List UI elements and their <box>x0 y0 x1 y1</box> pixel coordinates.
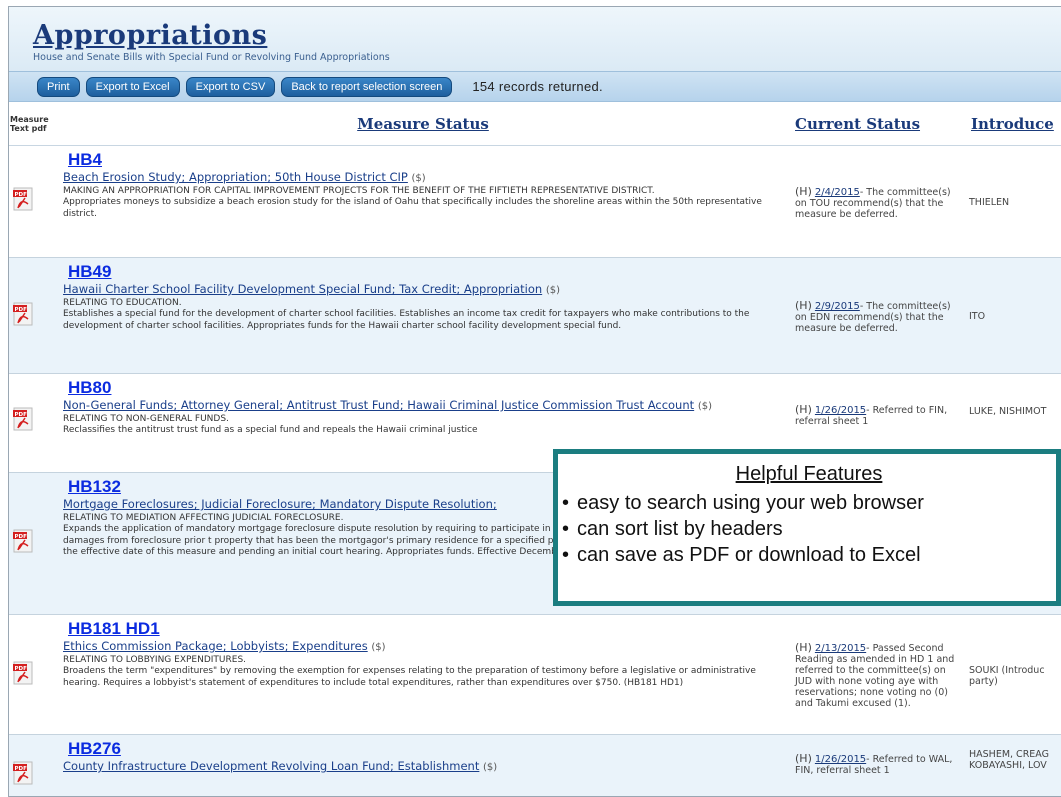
pdf-icon[interactable]: PDF <box>13 302 33 326</box>
bill-link[interactable]: HB276 <box>68 740 783 758</box>
helpful-features-callout: Helpful Features easy to search using yo… <box>553 449 1061 606</box>
pdf-header-line2: Text pdf <box>10 123 47 133</box>
appropriation-marker: ($) <box>411 173 426 184</box>
pdf-column-header: Measure Text pdf <box>9 115 57 133</box>
table-row: PDF HB49 Hawaii Charter School Facility … <box>9 258 1061 374</box>
measure-description: Appropriates moneys to subsidize a beach… <box>63 197 762 219</box>
feature-item: can sort list by headers <box>562 516 1056 542</box>
introducer-sort-header[interactable]: Introduce <box>971 115 1054 133</box>
measure-topic-link[interactable]: Ethics Commission Package; Lobbyists; Ex… <box>63 639 368 653</box>
svg-text:PDF: PDF <box>15 192 28 198</box>
page-title[interactable]: Appropriations <box>33 21 1061 51</box>
chamber-label: (H) <box>795 298 812 312</box>
measure-topic-link[interactable]: County Infrastructure Development Revolv… <box>63 759 479 773</box>
status-date-link[interactable]: 1/26/2015 <box>815 754 866 765</box>
pdf-header-line1: Measure <box>10 114 49 124</box>
table-row: PDF HB276 County Infrastructure Developm… <box>9 735 1061 796</box>
appropriation-marker: ($) <box>483 762 498 773</box>
chamber-label: (H) <box>795 184 812 198</box>
relating-to: RELATING TO EDUCATION. <box>63 298 182 308</box>
bill-link[interactable]: HB181 HD1 <box>68 620 783 638</box>
svg-text:PDF: PDF <box>15 666 28 672</box>
appropriation-marker: ($) <box>697 401 712 412</box>
pdf-icon[interactable]: PDF <box>13 187 33 211</box>
introducer: SOUKI (Introduc party) <box>969 664 1045 687</box>
status-date-link[interactable]: 1/26/2015 <box>815 405 866 416</box>
pdf-icon[interactable]: PDF <box>13 661 33 685</box>
report-window: Appropriations House and Senate Bills wi… <box>8 6 1061 797</box>
measure-description: Broadens the term "expenditures" by remo… <box>63 666 756 688</box>
introducer: HASHEM, CREAG KOBAYASHI, LOV <box>969 749 1049 771</box>
status-date-link[interactable]: 2/4/2015 <box>815 187 860 198</box>
introducer: ITO <box>969 311 986 322</box>
chamber-label: (H) <box>795 403 812 416</box>
records-count: 154 records returned. <box>472 79 603 94</box>
toolbar: Print Export to Excel Export to CSV Back… <box>9 71 1061 102</box>
status-date-link[interactable]: 2/13/2015 <box>815 643 866 654</box>
export-csv-button[interactable]: Export to CSV <box>185 76 276 97</box>
back-to-selection-button[interactable]: Back to report selection screen <box>281 76 453 97</box>
bill-link[interactable]: HB4 <box>68 151 783 169</box>
table-row: PDF HB4 Beach Erosion Study; Appropriati… <box>9 146 1061 258</box>
measure-description: Reclassifies the antitrust trust fund as… <box>63 425 478 435</box>
svg-text:PDF: PDF <box>15 766 28 772</box>
measure-topic-link[interactable]: Non-General Funds; Attorney General; Ant… <box>63 398 694 412</box>
relating-to: MAKING AN APPROPRIATION FOR CAPITAL IMPR… <box>63 186 655 196</box>
appropriation-marker: ($) <box>545 285 560 296</box>
pdf-icon[interactable]: PDF <box>13 407 33 431</box>
relating-to: RELATING TO LOBBYING EXPENDITURES. <box>63 655 247 665</box>
introducer: THIELEN <box>969 197 1010 208</box>
table-row: PDF HB181 HD1 Ethics Commission Package;… <box>9 615 1061 735</box>
print-button[interactable]: Print <box>37 76 80 97</box>
svg-text:PDF: PDF <box>15 307 28 313</box>
svg-text:PDF: PDF <box>15 534 28 540</box>
callout-title: Helpful Features <box>735 463 883 485</box>
svg-text:PDF: PDF <box>15 412 28 418</box>
bill-link[interactable]: HB49 <box>68 263 783 281</box>
column-headers: Measure Text pdf Measure Status Current … <box>9 102 1061 146</box>
measure-topic-link[interactable]: Beach Erosion Study; Appropriation; 50th… <box>63 170 408 184</box>
measure-topic-link[interactable]: Hawaii Charter School Facility Developme… <box>63 282 542 296</box>
feature-list: easy to search using your web browser ca… <box>562 490 1056 568</box>
measure-description: Establishes a special fund for the devel… <box>63 309 750 331</box>
pdf-icon[interactable]: PDF <box>13 761 33 785</box>
pdf-icon[interactable]: PDF <box>13 529 33 553</box>
bill-link[interactable]: HB80 <box>68 379 783 397</box>
chamber-label: (H) <box>795 641 812 654</box>
report-header: Appropriations House and Senate Bills wi… <box>9 7 1061 71</box>
relating-to: RELATING TO NON-GENERAL FUNDS. <box>63 414 229 424</box>
measure-status-sort-header[interactable]: Measure Status <box>357 115 489 133</box>
appropriation-marker: ($) <box>371 642 386 653</box>
feature-item: can save as PDF or download to Excel <box>562 542 1056 568</box>
chamber-label: (H) <box>795 752 812 765</box>
current-status-sort-header[interactable]: Current Status <box>795 115 920 133</box>
status-date-link[interactable]: 2/9/2015 <box>815 301 860 312</box>
export-excel-button[interactable]: Export to Excel <box>85 76 180 97</box>
measure-topic-link[interactable]: Mortgage Foreclosures; Judicial Foreclos… <box>63 497 497 511</box>
page-subtitle: House and Senate Bills with Special Fund… <box>33 52 390 63</box>
feature-item: easy to search using your web browser <box>562 490 1056 516</box>
